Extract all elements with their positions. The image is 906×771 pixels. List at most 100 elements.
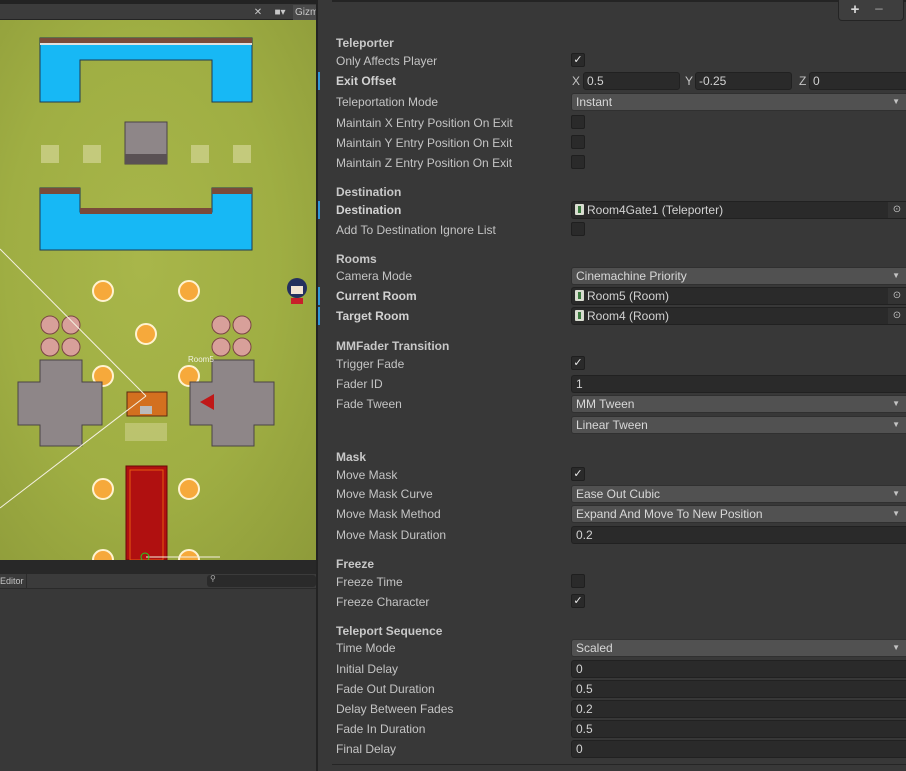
move-mask-method-label: Move Mask Method: [336, 507, 441, 521]
scene-canvas: Room5: [0, 37, 307, 560]
search-icon: ⚲: [210, 574, 216, 583]
object-picker-icon[interactable]: ⊙: [888, 202, 906, 218]
delay-between-fades-label: Delay Between Fades: [336, 702, 454, 716]
final-delay-field[interactable]: 0: [571, 740, 906, 758]
maintain-x-checkbox[interactable]: [571, 115, 585, 129]
delay-between-fades-field[interactable]: 0.2: [571, 700, 906, 718]
exit-offset-y-label[interactable]: Y: [685, 73, 693, 89]
initial-delay-field[interactable]: 0: [571, 660, 906, 678]
list-footer: [332, 0, 906, 2]
unity-editor: ✕ ■▾ Gizmos: [0, 0, 906, 771]
object-picker-icon[interactable]: ⊙: [888, 288, 906, 304]
exit-offset-label: Exit Offset: [336, 74, 397, 88]
exit-offset-row: Exit Offset X 0.5 Y -0.25 Z 0: [318, 72, 906, 90]
maintain-y-label: Maintain Y Entry Position On Exit: [336, 136, 513, 150]
target-room-object-field[interactable]: Room4 (Room) ⊙: [571, 307, 906, 325]
target-room-value: Room4 (Room): [587, 309, 670, 323]
chevron-down-icon: ▼: [892, 489, 900, 498]
freeze-time-row: Freeze Time: [318, 573, 906, 591]
scene-view[interactable]: Room5: [0, 20, 316, 560]
script-icon: [575, 310, 584, 321]
only-affects-player-row: Only Affects Player ✓: [318, 52, 906, 70]
camera-mode-dropdown[interactable]: Cinemachine Priority ▼: [571, 267, 906, 285]
fade-tween-curve-row: Linear Tween ▼: [318, 416, 906, 434]
move-mask-duration-field[interactable]: 0.2: [571, 526, 906, 544]
move-mask-checkbox[interactable]: ✓: [571, 467, 585, 481]
destination-value: Room4Gate1 (Teleporter): [587, 203, 724, 217]
tools-icon[interactable]: ✕: [250, 5, 266, 20]
fade-tween-label: Fade Tween: [336, 397, 402, 411]
section-header-freeze: Freeze: [336, 557, 375, 571]
exit-offset-z-label[interactable]: Z: [799, 73, 806, 89]
chevron-down-icon: ▼: [892, 509, 900, 518]
maintain-z-label: Maintain Z Entry Position On Exit: [336, 156, 513, 170]
fade-tween-row: Fade Tween MM Tween ▼: [318, 395, 906, 413]
current-room-object-field[interactable]: Room5 (Room) ⊙: [571, 287, 906, 305]
console-toolbar: Editor ▾ ⚲: [0, 574, 316, 589]
destination-object-field[interactable]: Room4Gate1 (Teleporter) ⊙: [571, 201, 906, 219]
maintain-y-checkbox[interactable]: [571, 135, 585, 149]
maintain-z-checkbox[interactable]: [571, 155, 585, 169]
red-carpet: [125, 465, 168, 560]
fade-tween-dropdown[interactable]: MM Tween ▼: [571, 395, 906, 413]
camera-mode-value: Cinemachine Priority: [576, 269, 687, 283]
move-mask-duration-label: Move Mask Duration: [336, 528, 447, 542]
list-controls: + −: [838, 0, 904, 21]
add-to-ignore-row: Add To Destination Ignore List: [318, 221, 906, 239]
add-element-button[interactable]: +: [845, 1, 865, 19]
add-to-ignore-checkbox[interactable]: [571, 222, 585, 236]
scene-panel: ✕ ■▾ Gizmos: [0, 0, 316, 771]
camera-mode-label: Camera Mode: [336, 269, 413, 283]
move-mask-curve-dropdown[interactable]: Ease Out Cubic ▼: [571, 485, 906, 503]
remove-element-button[interactable]: −: [869, 1, 889, 19]
freeze-character-checkbox[interactable]: ✓: [571, 594, 585, 608]
exit-offset-y-field[interactable]: -0.25: [695, 72, 792, 90]
player-character: [287, 278, 307, 304]
gizmos-button[interactable]: Gizmos: [293, 5, 316, 20]
override-indicator: [318, 72, 320, 90]
editor-dropdown[interactable]: Editor ▾: [0, 574, 27, 589]
treasure-chest: [126, 391, 168, 417]
time-mode-row: Time Mode Scaled ▼: [318, 639, 906, 657]
pool-bottom: [39, 187, 253, 251]
move-mask-curve-label: Move Mask Curve: [336, 487, 433, 501]
section-header-mask: Mask: [336, 450, 367, 464]
exit-offset-z-field[interactable]: 0: [809, 72, 906, 90]
console-body: [0, 590, 316, 771]
trigger-fade-row: Trigger Fade ✓: [318, 355, 906, 373]
section-header-teleporter: Teleporter: [336, 36, 394, 50]
script-icon: [575, 290, 584, 301]
teleportation-mode-dropdown[interactable]: Instant ▼: [571, 93, 906, 111]
trigger-fade-checkbox[interactable]: ✓: [571, 356, 585, 370]
teleportation-mode-label: Teleportation Mode: [336, 95, 439, 109]
fade-tween-curve-dropdown[interactable]: Linear Tween ▼: [571, 416, 906, 434]
chevron-down-icon: ▼: [892, 643, 900, 652]
only-affects-player-label: Only Affects Player: [336, 54, 438, 68]
script-icon: [575, 204, 584, 215]
move-mask-method-dropdown[interactable]: Expand And Move To New Position ▼: [571, 505, 906, 523]
pool-top: [39, 37, 253, 103]
camera-icon[interactable]: ■▾: [268, 5, 292, 20]
fade-out-duration-label: Fade Out Duration: [336, 682, 435, 696]
override-indicator: [318, 287, 320, 305]
destination-row: Destination Room4Gate1 (Teleporter) ⊙: [318, 201, 906, 219]
exit-offset-x-label[interactable]: X: [572, 73, 580, 89]
room-label: Room5: [188, 355, 214, 364]
final-delay-row: Final Delay 0: [318, 740, 906, 758]
add-to-ignore-label: Add To Destination Ignore List: [336, 223, 496, 237]
console-search-input[interactable]: ⚲: [207, 574, 316, 587]
fade-in-duration-row: Fade In Duration 0.5: [318, 720, 906, 738]
freeze-time-checkbox[interactable]: [571, 574, 585, 588]
fader-id-field[interactable]: 1: [571, 375, 906, 393]
exit-offset-x-field[interactable]: 0.5: [583, 72, 680, 90]
fade-in-duration-field[interactable]: 0.5: [571, 720, 906, 738]
freeze-time-label: Freeze Time: [336, 575, 403, 589]
fade-out-duration-field[interactable]: 0.5: [571, 680, 906, 698]
object-picker-icon[interactable]: ⊙: [888, 308, 906, 324]
initial-delay-label: Initial Delay: [336, 662, 399, 676]
section-header-teleport-sequence: Teleport Sequence: [336, 624, 443, 638]
fader-id-row: Fader ID 1: [318, 375, 906, 393]
time-mode-dropdown[interactable]: Scaled ▼: [571, 639, 906, 657]
current-room-value: Room5 (Room): [587, 289, 670, 303]
only-affects-player-checkbox[interactable]: ✓: [571, 53, 585, 67]
